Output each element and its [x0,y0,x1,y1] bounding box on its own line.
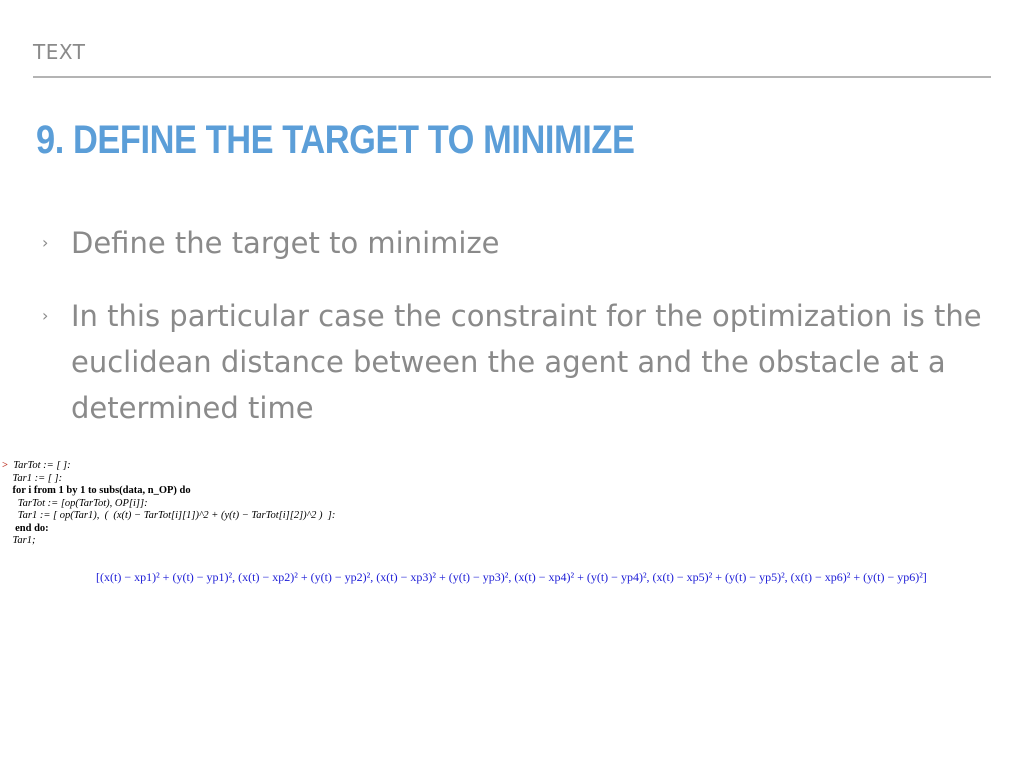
slide-title: 9. DEFINE THE TARGET TO MINIMIZE [36,118,635,162]
bullet-text: Define the target to minimize [71,226,500,260]
code-line: Tar1 := [ ]: [12,472,63,484]
code-line: Tar1; [12,535,36,546]
code-line: Tar1 := [ op(Tar1), ( (x(t) − TarTot[i][… [17,510,336,521]
bullet-text: In this particular case the constraint f… [71,299,982,425]
section-label: TEXT [33,40,86,64]
code-line: end do: [15,522,49,534]
header-divider [33,76,991,78]
bullet-item: › Define the target to minimize [40,220,990,266]
bullet-list: › Define the target to minimize › In thi… [40,220,990,458]
maple-output: [(x(t) − xp1)² + (y(t) − yp1)², (x(t) − … [96,570,927,584]
bullet-item: › In this particular case the constraint… [40,293,990,431]
bullet-chevron-icon: › [42,306,49,325]
bullet-chevron-icon: › [42,233,49,252]
maple-prompt: > [2,460,8,471]
maple-code-block: > TarTot := [ ]: Tar1 := [ ]: for i from… [2,460,335,548]
code-line: TarTot := [op(TarTot), OP[i]]: [17,497,148,509]
code-line: TarTot := [ ]: [13,460,71,471]
code-line: for i from 1 by 1 to subs(data, n_OP) do [12,485,191,496]
